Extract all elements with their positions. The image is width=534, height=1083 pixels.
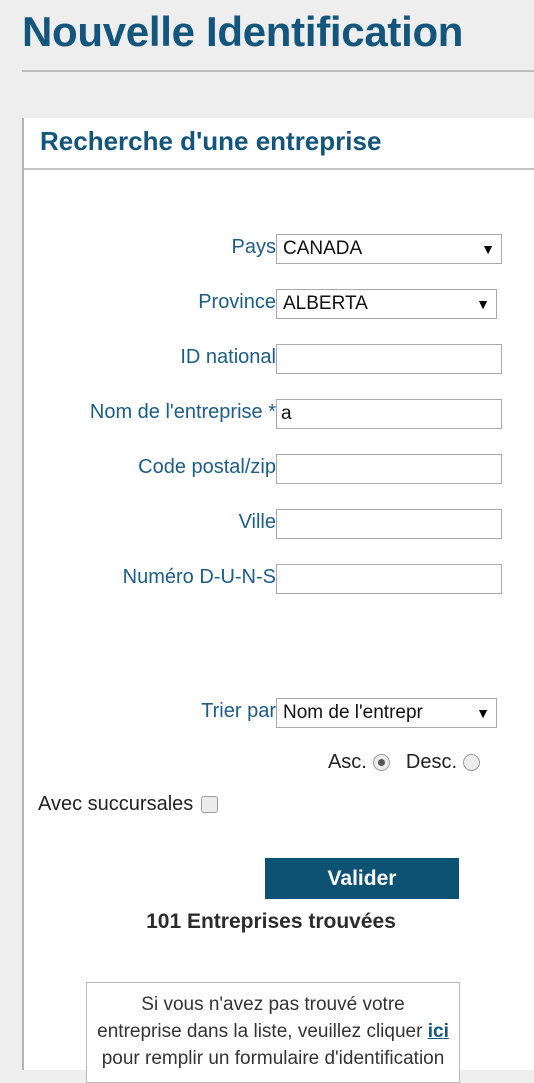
identification-form-link[interactable]: ici xyxy=(428,1021,449,1042)
not-found-text-before: Si vous n'avez pas trouvé votre entrepri… xyxy=(97,994,423,1042)
form-row-country: Pays CANADA ▼ xyxy=(24,234,534,265)
branches-checkbox[interactable] xyxy=(201,795,219,813)
sort-by-select-value: Nom de l'entrepr xyxy=(283,702,423,723)
branches-label: Avec succursales xyxy=(38,792,194,815)
sort-by-select[interactable]: Nom de l'entrepr ▼ xyxy=(276,698,497,728)
national-id-input[interactable] xyxy=(276,344,502,374)
chevron-down-icon: ▼ xyxy=(476,296,490,312)
sort-desc-label: Desc. xyxy=(405,750,457,773)
page-title: Nouvelle Identification xyxy=(22,8,464,55)
sort-order-group: Asc. Desc. xyxy=(24,748,534,776)
city-label: Ville xyxy=(238,511,276,533)
national-id-label: ID national xyxy=(180,346,276,368)
result-count: 101 Entreprises trouvées xyxy=(146,910,396,933)
form-row-province: Province ALBERTA ▼ xyxy=(24,289,534,320)
duns-label: Numéro D-U-N-S xyxy=(122,566,276,588)
form-row-sort-by: Trier par Nom de l'entrepr ▼ xyxy=(24,698,534,729)
province-select-value: ALBERTA xyxy=(283,293,368,314)
chevron-down-icon: ▼ xyxy=(481,241,495,257)
branches-row: Avec succursales xyxy=(24,790,534,818)
company-name-input[interactable] xyxy=(276,399,502,429)
sort-asc-radio[interactable] xyxy=(372,753,390,771)
country-select-value: CANADA xyxy=(283,238,363,259)
not-found-info-box: Si vous n'avez pas trouvé votre entrepri… xyxy=(86,982,460,1083)
panel-header: Recherche d'une entreprise xyxy=(24,118,534,170)
form-row-company-name: Nom de l'entreprise * xyxy=(24,399,534,430)
province-label: Province xyxy=(198,291,276,313)
company-name-label: Nom de l'entreprise * xyxy=(89,401,276,423)
chevron-down-icon: ▼ xyxy=(476,705,490,721)
country-select[interactable]: CANADA ▼ xyxy=(276,234,502,264)
title-divider xyxy=(22,70,534,72)
form-row-postal-code: Code postal/zip xyxy=(24,454,534,485)
panel-header-title: Recherche d'une entreprise xyxy=(40,126,382,156)
country-label: Pays xyxy=(231,236,276,258)
form-row-duns: Numéro D-U-N-S xyxy=(24,564,534,595)
postal-code-input[interactable] xyxy=(276,454,502,484)
search-panel: Recherche d'une entreprise Pays CANADA ▼… xyxy=(22,118,534,1083)
sort-by-label: Trier par xyxy=(201,700,276,722)
form-row-city: Ville xyxy=(24,509,534,540)
not-found-text-after: pour remplir un formulaire d'identificat… xyxy=(101,1048,445,1069)
province-select[interactable]: ALBERTA ▼ xyxy=(276,289,497,319)
duns-number-input[interactable] xyxy=(276,564,502,594)
page-header: Nouvelle Identification xyxy=(0,0,534,88)
postal-code-label: Code postal/zip xyxy=(138,456,276,478)
sort-desc-radio[interactable] xyxy=(463,753,480,771)
submit-button[interactable]: Valider xyxy=(265,858,459,899)
city-input[interactable] xyxy=(276,509,502,539)
form-row-national-id: ID national xyxy=(24,344,534,375)
sort-asc-label: Asc. xyxy=(327,750,367,773)
